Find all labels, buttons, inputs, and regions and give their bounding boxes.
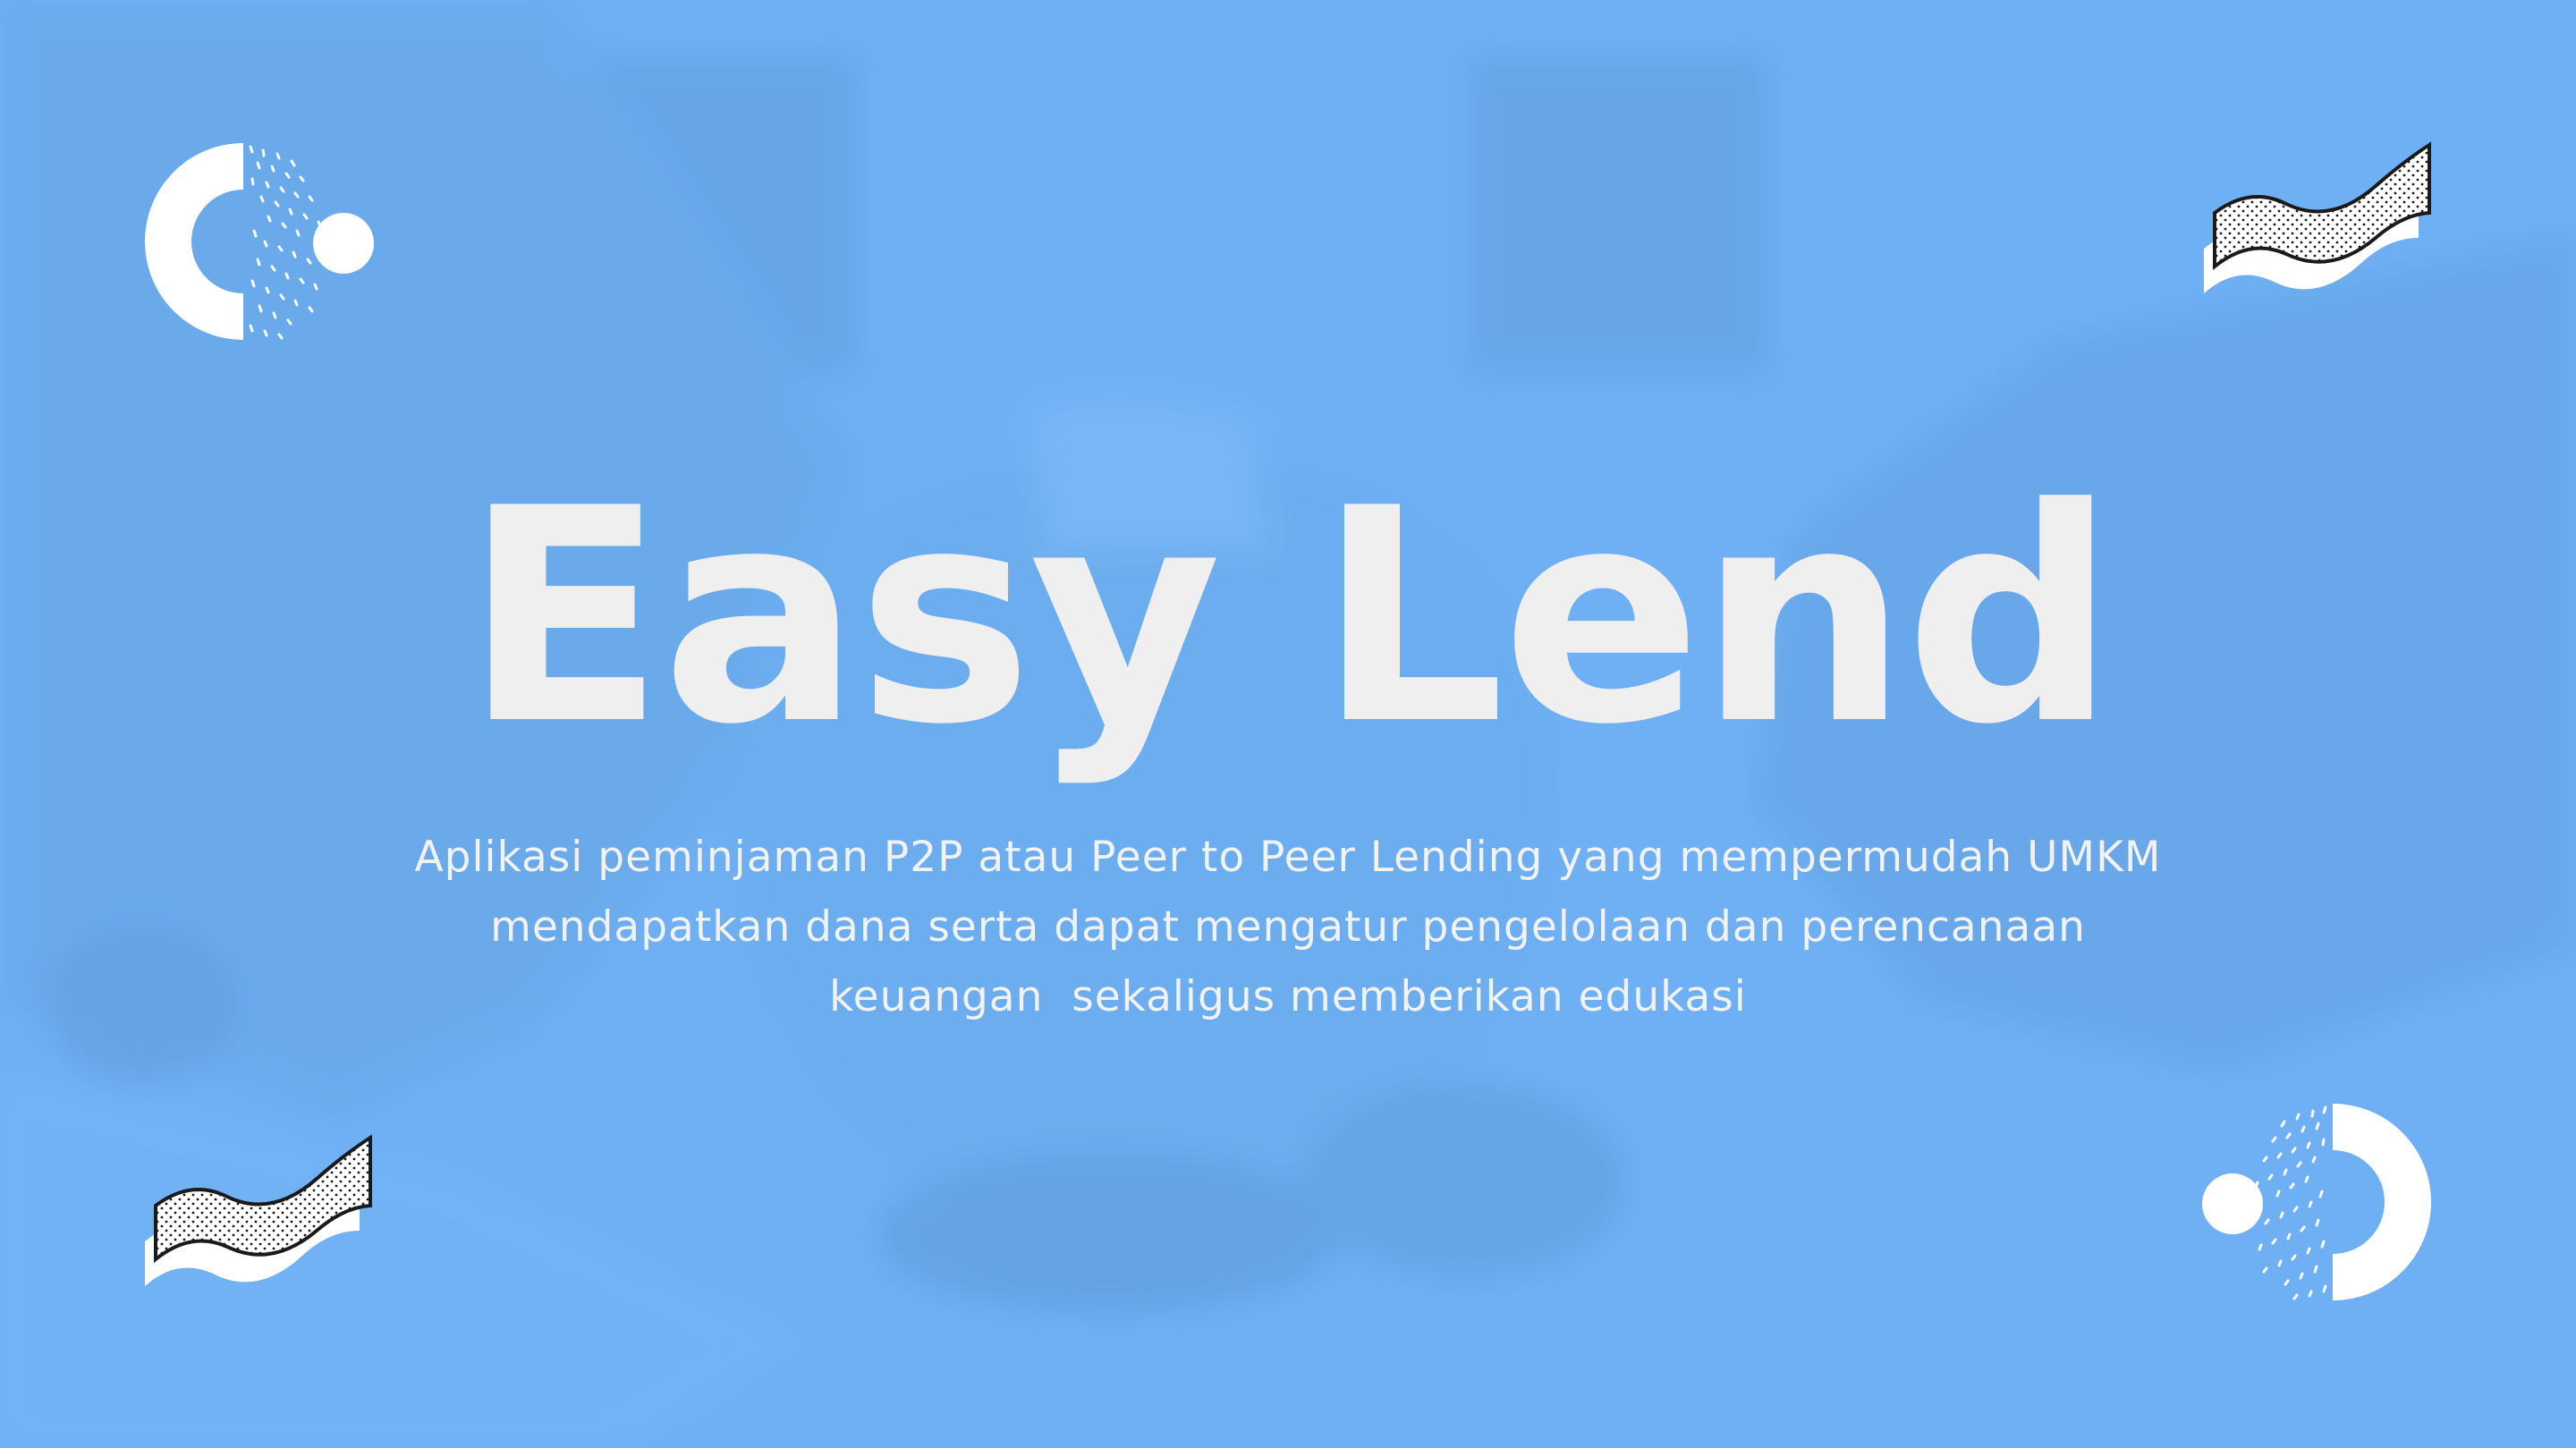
subtitle-line: Aplikasi peminjaman P2P atau Peer to Pee… xyxy=(414,833,2162,882)
dotted-wave-flag-icon xyxy=(2204,141,2431,293)
slide-subtitle: Aplikasi peminjaman P2P atau Peer to Pee… xyxy=(394,823,2182,1032)
dotted-wave-flag-icon xyxy=(145,1134,372,1286)
subtitle-line: mendapatkan dana serta dapat mengatur pe… xyxy=(490,902,2086,952)
slide-title: Easy Lend xyxy=(463,445,2116,789)
dotted-circle-icon xyxy=(2202,1104,2431,1300)
subtitle-line: keuangan sekaligus memberikan edukasi xyxy=(829,972,1747,1021)
dotted-circle-icon xyxy=(145,143,374,340)
